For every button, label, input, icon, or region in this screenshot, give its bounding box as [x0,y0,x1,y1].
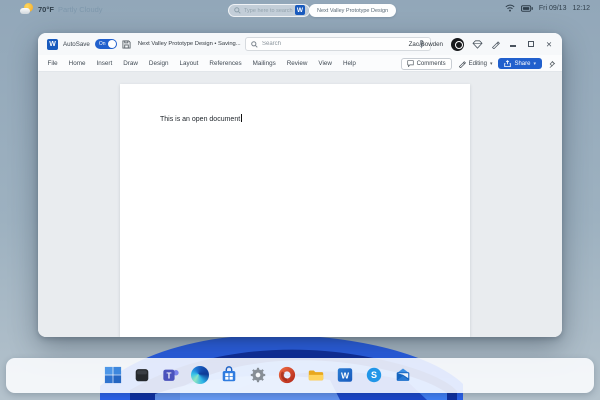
autosave-state: On [98,41,106,47]
office-icon[interactable] [277,365,297,385]
svg-text:T: T [167,371,172,380]
tray-date[interactable]: Fri 09/13 [539,5,567,12]
word-window: W AutoSave On Next Valley Prototype Desi… [38,33,562,337]
tab-review[interactable]: Review [281,55,313,72]
system-tray[interactable]: Fri 09/13 12:12 [505,4,590,12]
autosave-toggle[interactable]: On [94,39,117,49]
pencil-icon [458,60,466,68]
titlebar-right-controls: Zac Bowden ✕ [409,33,554,55]
word-app-icon: W [47,38,58,50]
autosave-label: AutoSave [63,40,90,48]
weather-condition: Partly Cloudy [57,5,103,14]
tab-references[interactable]: References [204,55,247,72]
word-taskbar-icon[interactable]: W [295,5,305,15]
user-name[interactable]: Zac Bowden [409,41,443,48]
tab-home[interactable]: Home [63,55,91,72]
settings-icon[interactable] [248,365,268,385]
pin-ribbon-icon[interactable] [548,60,556,68]
skype-icon[interactable]: S [364,365,384,385]
dark-app-logo [135,369,149,382]
share-button[interactable]: Share ▾ [498,58,542,69]
document-text-content: This is an open document [160,116,241,123]
share-label: Share [514,60,531,67]
running-app-pill[interactable]: Next Valley Prototype Design [309,4,397,17]
edge-icon[interactable] [190,365,210,385]
weather-widget[interactable]: 70°F Partly Cloudy [20,3,103,16]
svg-text:S: S [371,370,377,380]
minimize-button[interactable] [508,40,518,49]
tab-draw[interactable]: Draw [118,55,144,72]
file-explorer-icon[interactable] [306,365,326,385]
taskbar-dock: T W S [6,358,594,393]
editing-label: Editing [468,60,487,67]
document-title[interactable]: Next Valley Prototype Design • Saving... [138,41,241,47]
dark-app-icon[interactable] [132,365,152,385]
word-logo: W [337,368,353,382]
folder-icon [308,370,324,381]
comment-icon [406,60,414,67]
gem-icon[interactable] [472,39,483,49]
system-topbar: 70°F Partly Cloudy W Next Valley Prototy… [0,0,600,22]
microsoft-store-icon[interactable] [219,365,239,385]
search-icon [251,40,258,48]
tab-view[interactable]: View [313,55,338,72]
pen-icon[interactable] [491,40,500,49]
teams-icon[interactable]: T [161,365,181,385]
word-dock-icon[interactable]: W [335,365,355,385]
document-text[interactable]: This is an open document [160,114,243,123]
share-icon [504,60,512,67]
battery-icon[interactable] [520,4,533,12]
comments-button[interactable]: Comments [400,57,452,70]
editing-mode-button[interactable]: Editing ▾ [458,60,493,68]
tab-insert[interactable]: Insert [91,55,118,72]
document-canvas: This is an open document [38,72,562,337]
windows-start-icon[interactable] [103,365,123,385]
tray-time[interactable]: 12:12 [572,5,590,12]
maximize-button[interactable] [526,40,536,49]
text-caret [241,114,243,122]
skype-logo: S [366,367,382,383]
comments-label: Comments [416,60,446,67]
ribbon-tab-row: File Home Insert Draw Design Layout Refe… [38,55,562,72]
tab-layout[interactable]: Layout [174,55,204,72]
edge-logo [191,366,209,384]
close-button[interactable]: ✕ [544,40,554,49]
tab-mailings[interactable]: Mailings [247,55,281,72]
share-chevron-down-icon: ▾ [533,60,536,67]
toggle-knob [107,40,116,48]
word-titlebar[interactable]: W AutoSave On Next Valley Prototype Desi… [38,33,562,55]
gear-icon [250,367,266,383]
weather-temp: 70°F [38,5,54,14]
dock-icon-row: T W S [103,365,413,385]
tab-design[interactable]: Design [143,55,174,72]
word-search-input[interactable] [262,41,414,47]
mail-icon[interactable] [393,365,413,385]
desktop: 70°F Partly Cloudy W Next Valley Prototy… [0,0,600,400]
wifi-icon[interactable] [505,4,515,12]
search-icon [234,7,241,14]
envelope-icon [396,368,410,381]
document-page[interactable]: This is an open document [120,84,470,337]
store-logo [222,366,236,382]
tab-file[interactable]: File [42,55,63,72]
save-icon[interactable] [122,39,131,49]
editing-chevron-down-icon: ▾ [489,60,493,67]
ribbon-right-controls: Comments Editing ▾ Share ▾ [400,55,556,72]
teams-logo: T [163,369,179,381]
tab-help[interactable]: Help [337,55,361,72]
windows-logo [104,366,122,384]
word-search-box[interactable] [245,37,431,51]
user-avatar[interactable] [451,37,464,51]
office-logo [278,366,296,384]
partly-cloudy-icon [20,3,34,16]
running-app-label: Next Valley Prototype Design [317,7,389,14]
svg-text:W: W [341,371,350,381]
